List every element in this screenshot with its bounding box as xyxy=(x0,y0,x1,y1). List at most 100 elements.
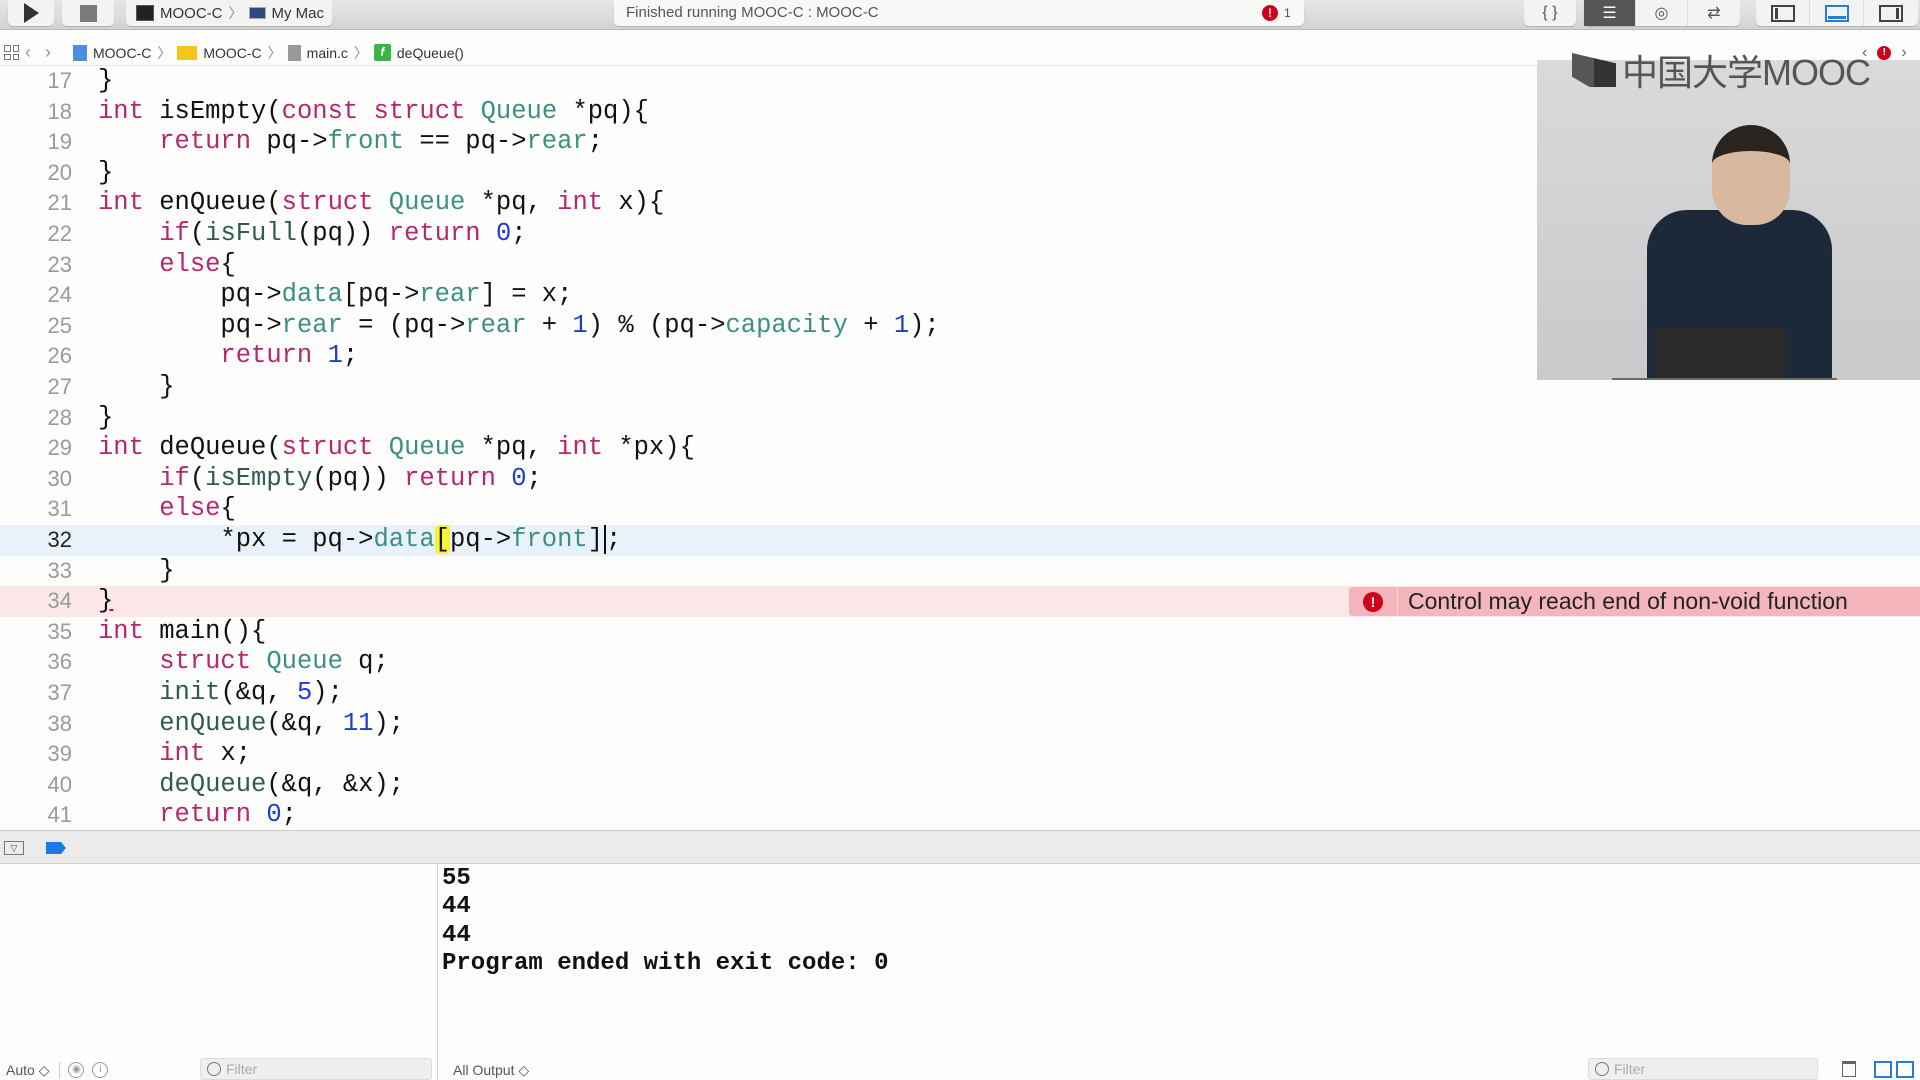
code-text: int x; xyxy=(159,739,252,769)
show-variables-icon[interactable] xyxy=(1874,1061,1892,1078)
code-text: } xyxy=(98,66,114,95)
code-text: init(&q, 5); xyxy=(159,678,343,707)
scheme-name: MOOC-C xyxy=(160,4,223,22)
console-layout-toggles xyxy=(1874,1061,1914,1078)
line-number[interactable]: 30 xyxy=(0,464,72,495)
code-line[interactable]: 30 if(isEmpty(pq)) return 0; xyxy=(0,464,1920,495)
console-filter-placeholder: Filter xyxy=(1614,1061,1646,1077)
line-number[interactable]: 40 xyxy=(0,770,72,801)
code-line[interactable]: 38 enQueue(&q, 11); xyxy=(0,709,1920,740)
breadcrumb-function[interactable]: deQueue() xyxy=(397,45,464,61)
scheme-selector[interactable]: MOOC-C 〉 My Mac xyxy=(126,0,332,26)
line-number[interactable]: 32 xyxy=(0,525,72,556)
related-items-icon[interactable] xyxy=(4,45,19,60)
code-line[interactable]: 29 int deQueue(struct Queue *pq, int *px)… xyxy=(0,433,1920,464)
forward-arrow-icon[interactable]: › xyxy=(45,42,51,63)
error-icon[interactable]: ! xyxy=(1262,5,1278,21)
breakpoints-toggle-icon[interactable] xyxy=(46,842,66,854)
activity-status: Finished running MOOC-C : MOOC-C ! 1 xyxy=(614,0,1304,26)
code-line[interactable]: 35 int main(){ xyxy=(0,617,1920,648)
line-number[interactable]: 35 xyxy=(0,617,72,648)
line-number[interactable]: 26 xyxy=(0,341,72,372)
line-number[interactable]: 19 xyxy=(0,127,72,158)
code-line[interactable]: 32 *px = pq->data[pq->front]; xyxy=(0,525,1920,556)
line-number[interactable]: 41 xyxy=(0,800,72,828)
code-line[interactable]: 28} xyxy=(0,403,1920,434)
line-number[interactable]: 27 xyxy=(0,372,72,403)
line-number[interactable]: 34 xyxy=(0,586,72,617)
code-line[interactable]: 37 init(&q, 5); xyxy=(0,678,1920,709)
code-text: if(isEmpty(pq)) return 0; xyxy=(159,463,542,493)
filter-icon xyxy=(207,1062,221,1076)
code-line[interactable]: 40 deQueue(&q, &x); xyxy=(0,770,1920,801)
trash-icon[interactable] xyxy=(1842,1061,1856,1077)
navigator-toggle-button[interactable] xyxy=(1756,0,1810,26)
scope-selector[interactable]: Auto ◇ xyxy=(6,1062,49,1079)
assistant-editor-button[interactable]: ◎ xyxy=(1636,0,1688,26)
chevron-right-icon: 〉 xyxy=(157,44,172,61)
mooc-logo-icon xyxy=(1572,53,1616,87)
code-line[interactable]: 39 int x; xyxy=(0,739,1920,770)
version-editor-button[interactable]: ⇄ xyxy=(1688,0,1740,26)
code-text: else{ xyxy=(159,249,236,279)
code-text: pq->rear = (pq->rear + 1) % (pq->capacit… xyxy=(98,310,940,340)
breadcrumb-file[interactable]: main.c xyxy=(307,45,348,61)
code-line[interactable]: 33 } xyxy=(0,556,1920,587)
inline-issue-badge[interactable]: ! Control may reach end of non-void func… xyxy=(1349,587,1920,616)
editor-mode-group: { } xyxy=(1524,0,1576,26)
line-number[interactable]: 23 xyxy=(0,250,72,281)
show-console-icon[interactable] xyxy=(1896,1061,1914,1078)
line-number[interactable]: 38 xyxy=(0,709,72,740)
line-number[interactable]: 24 xyxy=(0,280,72,311)
eye-icon[interactable]: ◉ xyxy=(68,1062,85,1078)
variables-view xyxy=(0,864,438,1080)
previous-issue-icon[interactable]: ‹ xyxy=(1862,44,1867,62)
code-line[interactable]: 36 struct Queue q; xyxy=(0,647,1920,678)
console-filter-field[interactable]: Filter xyxy=(1588,1058,1818,1080)
line-number[interactable]: 36 xyxy=(0,647,72,678)
destination-name: My Mac xyxy=(271,4,325,22)
line-number[interactable]: 37 xyxy=(0,678,72,709)
line-number[interactable]: 33 xyxy=(0,556,72,587)
variables-filter-placeholder: Filter xyxy=(226,1061,258,1077)
breadcrumb-group[interactable]: MOOC-C xyxy=(203,45,261,61)
run-button[interactable] xyxy=(8,0,54,26)
code-line[interactable]: 41 return 0; xyxy=(0,800,1920,828)
back-arrow-icon[interactable]: ‹ xyxy=(25,42,31,63)
line-number[interactable]: 21 xyxy=(0,188,72,219)
error-icon: ! xyxy=(1363,591,1383,612)
standard-editor-button[interactable]: ☰ xyxy=(1584,0,1636,26)
window-toolbar: MOOC-C 〉 My Mac Finished running MOOC-C … xyxy=(0,0,1920,30)
line-number[interactable]: 22 xyxy=(0,219,72,250)
debug-toggle-button[interactable] xyxy=(1810,0,1864,26)
line-number[interactable]: 25 xyxy=(0,311,72,342)
next-issue-icon[interactable]: › xyxy=(1901,44,1906,62)
code-text: return 1; xyxy=(220,341,359,371)
code-text: return pq->front == pq->rear; xyxy=(159,127,604,157)
variables-filter-field[interactable]: Filter xyxy=(200,1058,432,1080)
braces-button[interactable]: { } xyxy=(1524,0,1576,26)
variables-footer: Auto ◇ ◉ i xyxy=(6,1060,109,1080)
instructor-head xyxy=(1712,125,1790,225)
line-number[interactable]: 28 xyxy=(0,403,72,434)
code-text: enQueue(&q, 11); xyxy=(159,708,405,738)
utilities-panel-icon xyxy=(1879,4,1903,22)
error-icon[interactable]: ! xyxy=(1877,46,1892,60)
utilities-toggle-button[interactable] xyxy=(1864,0,1918,26)
info-icon[interactable]: i xyxy=(92,1062,109,1078)
line-number[interactable]: 31 xyxy=(0,494,72,525)
line-number[interactable]: 39 xyxy=(0,739,72,770)
line-number[interactable]: 29 xyxy=(0,433,72,464)
line-number[interactable]: 20 xyxy=(0,158,72,189)
line-number[interactable]: 17 xyxy=(0,66,72,97)
code-text: int main(){ xyxy=(98,616,267,646)
stop-button[interactable] xyxy=(62,0,114,26)
output-selector[interactable]: All Output ◇ xyxy=(453,1062,529,1079)
code-line[interactable]: 31 else{ xyxy=(0,494,1920,525)
podium xyxy=(1612,378,1837,380)
breadcrumb-project[interactable]: MOOC-C xyxy=(93,45,151,61)
line-number[interactable]: 18 xyxy=(0,97,72,128)
console-view[interactable]: 55 44 44 Program ended with exit code: 0 xyxy=(439,864,1920,1080)
divider xyxy=(1397,587,1398,616)
hide-debug-area-button[interactable]: ▽ xyxy=(4,841,24,855)
